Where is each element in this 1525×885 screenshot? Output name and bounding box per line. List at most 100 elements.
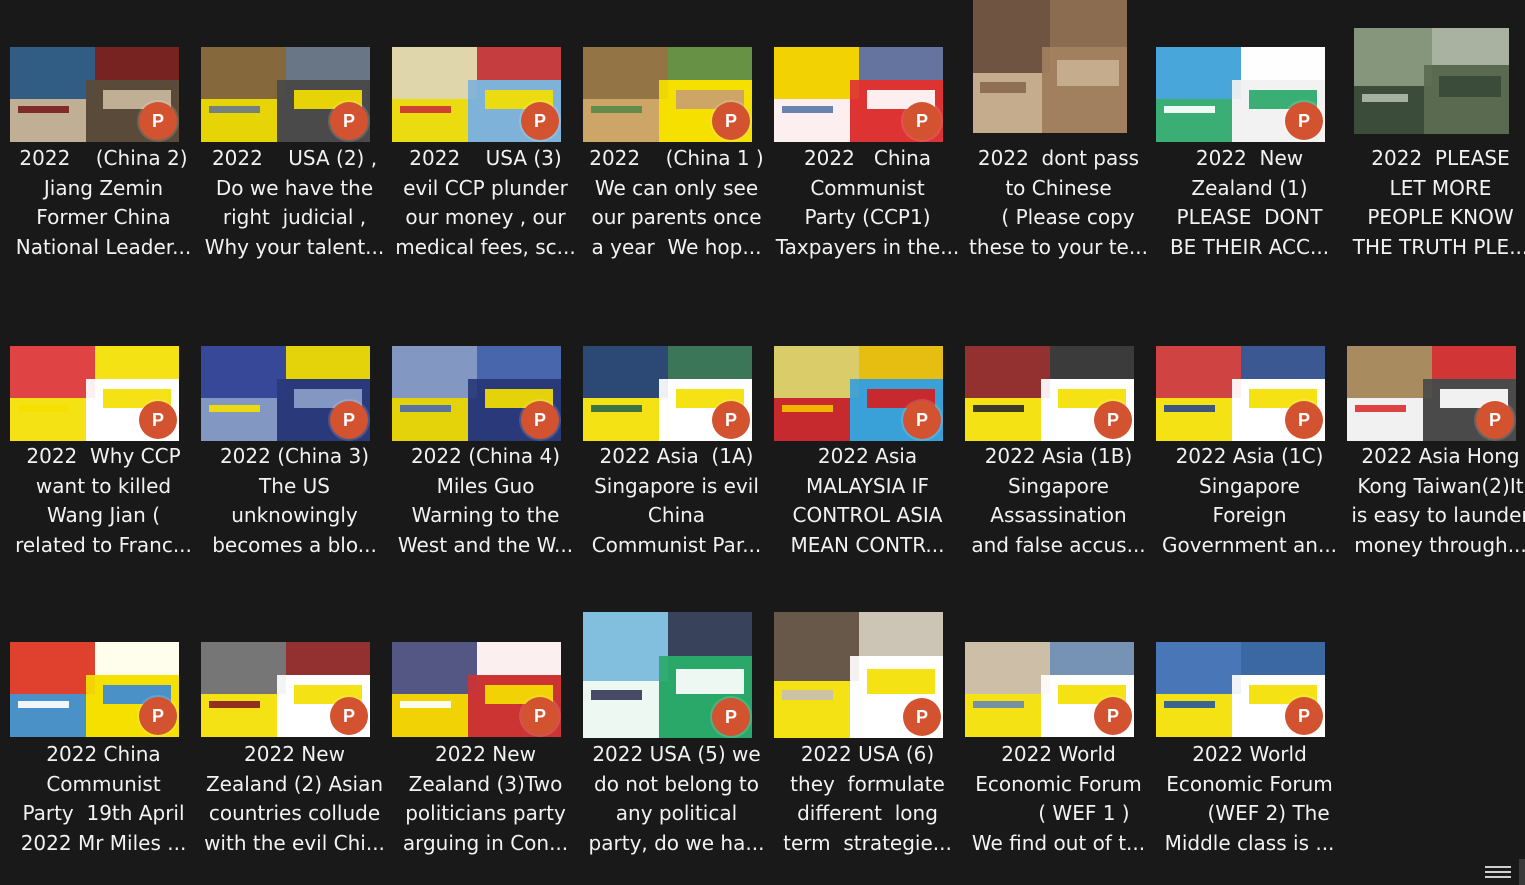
image-thumbnail[interactable] [972, 0, 1127, 133]
presentation-thumbnail[interactable]: P [774, 612, 943, 738]
file-item[interactable]: P 2022 USA (5) we do not belong to any po… [581, 598, 772, 868]
presentation-thumbnail[interactable]: P [1156, 47, 1325, 142]
thumbnail-fragment [1164, 404, 1216, 413]
file-item[interactable]: P 2022 USA (6) they formulate different l… [772, 598, 963, 868]
file-name-label: 2022 World Economic Forum (WEF 2) The Mi… [1164, 742, 1335, 855]
presentation-thumbnail[interactable]: P [392, 47, 561, 142]
presentation-thumbnail[interactable]: P [965, 642, 1134, 737]
thumbnail-fragment [782, 690, 834, 701]
file-item[interactable]: P 2022 China Communist Party 19th April 2… [8, 598, 199, 868]
file-item[interactable]: P 2022 China Communist Party (CCP1) Taxpa… [772, 0, 963, 270]
file-item[interactable]: 2022 PLEASE LET MORE PEOPLE KNOW THE TRU… [1345, 0, 1525, 270]
presentation-thumbnail[interactable]: P [583, 612, 752, 738]
file-name-label: 2022 (China 4) Miles Guo Warning to the … [397, 444, 574, 557]
thumbnail-fragment [10, 346, 95, 399]
thumbnail-fragment [667, 47, 752, 81]
file-item[interactable]: P 2022 Asia Hong Kong Taiwan(2)It is easy… [1345, 300, 1525, 570]
thumbnail-fragment [591, 105, 643, 114]
thumbnail-fragment [782, 105, 834, 114]
presentation-thumbnail[interactable]: P [10, 47, 179, 142]
file-name-label: 2022 Asia (1A) Singapore is evil China C… [591, 444, 762, 557]
presentation-thumbnail[interactable]: P [392, 642, 561, 737]
file-name-label: 2022 (China 1 ) We can only see our pare… [589, 146, 764, 259]
file-item[interactable]: P 2022 (China 3) The US unknowingly becom… [199, 300, 390, 570]
file-item[interactable]: P 2022 New Zealand (2) Asian countries co… [199, 598, 390, 868]
file-item[interactable]: P 2022 Asia (1B) Singapore Assassination … [963, 300, 1154, 570]
file-item[interactable]: P 2022 Why CCP want to killed Wang Jian (… [8, 300, 199, 570]
thumbnail-fragment [774, 612, 859, 682]
thumbnail-fragment [209, 700, 261, 709]
thumbnail-fragment [201, 346, 286, 399]
file-item[interactable]: P 2022 (China 2) Jiang Zemin Former China… [8, 0, 199, 270]
powerpoint-icon: P [903, 102, 941, 140]
thumbnail-fragment [392, 47, 477, 100]
file-item[interactable]: 2022 dont pass to Chinese ( Please copy … [963, 0, 1154, 270]
thumbnail-fragment [1156, 346, 1241, 399]
presentation-thumbnail[interactable]: P [201, 346, 370, 441]
thumbnail-fragment [285, 642, 370, 676]
thumbnail-fragment [94, 346, 179, 380]
presentation-thumbnail[interactable]: P [965, 346, 1134, 441]
details-view-icon[interactable] [1485, 863, 1511, 881]
presentation-thumbnail[interactable]: P [774, 47, 943, 142]
file-item[interactable]: P 2022 World Economic Forum (WEF 2) The M… [1154, 598, 1345, 868]
presentation-thumbnail[interactable]: P [392, 346, 561, 441]
file-name-label: 2022 dont pass to Chinese ( Please copy … [969, 146, 1148, 259]
file-name-label: 2022 Asia (1B) Singapore Assassination a… [971, 444, 1146, 557]
presentation-thumbnail[interactable]: P [1347, 346, 1516, 441]
thumbnail-fragment [392, 346, 477, 399]
file-item[interactable]: P 2022 (China 1 ) We can only see our par… [581, 0, 772, 270]
file-item[interactable]: P 2022 New Zealand (3)Two politicians par… [390, 598, 581, 868]
thumbnail-fragment [973, 404, 1025, 413]
thumbnail-fragment [972, 0, 1050, 74]
presentation-thumbnail[interactable]: P [583, 346, 752, 441]
thumbnail-fragment [400, 404, 452, 413]
file-name-label: 2022 World Economic Forum ( WEF 1 ) We f… [971, 742, 1146, 855]
presentation-thumbnail[interactable]: P [1156, 642, 1325, 737]
file-item[interactable]: P 2022 World Economic Forum ( WEF 1 ) We … [963, 598, 1154, 868]
thumbnail-fragment [774, 346, 859, 399]
scrollbar[interactable] [1519, 859, 1525, 885]
file-item[interactable]: P 2022 New Zealand (1) PLEASE DONT BE THE… [1154, 0, 1345, 270]
presentation-thumbnail[interactable]: P [1156, 346, 1325, 441]
thumbnail-fragment [18, 700, 70, 709]
powerpoint-icon: P [139, 102, 177, 140]
presentation-thumbnail[interactable]: P [201, 47, 370, 142]
file-name-label: 2022 (China 3) The US unknowingly become… [212, 444, 377, 557]
powerpoint-icon: P [903, 401, 941, 439]
file-item[interactable]: P 2022 Asia (1C) Singapore Foreign Govern… [1154, 300, 1345, 570]
thumbnail-fragment [675, 668, 744, 694]
file-item[interactable]: P 2022 USA (2) , Do we have the right jud… [199, 0, 390, 270]
presentation-thumbnail[interactable]: P [774, 346, 943, 441]
thumbnail-fragment [201, 47, 286, 100]
file-name-label: 2022 New Zealand (1) PLEASE DONT BE THEI… [1169, 146, 1330, 259]
thumbnail-fragment [476, 346, 561, 380]
presentation-thumbnail[interactable]: P [10, 642, 179, 737]
powerpoint-icon: P [521, 401, 559, 439]
file-item[interactable]: P 2022 USA (3) evil CCP plunder our money… [390, 0, 581, 270]
thumbnail-fragment [400, 105, 452, 114]
thumbnail-fragment [1057, 59, 1119, 87]
presentation-thumbnail[interactable]: P [201, 642, 370, 737]
presentation-thumbnail[interactable]: P [583, 47, 752, 142]
file-item[interactable]: P 2022 Asia MALAYSIA IF CONTROL ASIA MEAN… [772, 300, 963, 570]
powerpoint-icon: P [712, 102, 750, 140]
presentation-thumbnail[interactable]: P [10, 346, 179, 441]
thumbnail-fragment [1431, 346, 1516, 380]
thumbnail-fragment [1355, 404, 1407, 413]
file-name-label: 2022 China Communist Party 19th April 20… [20, 742, 187, 855]
powerpoint-icon: P [521, 102, 559, 140]
image-thumbnail[interactable] [1354, 28, 1509, 134]
file-item[interactable]: P 2022 (China 4) Miles Guo Warning to the… [390, 300, 581, 570]
powerpoint-icon: P [1285, 401, 1323, 439]
file-item[interactable]: P 2022 Asia (1A) Singapore is evil China … [581, 300, 772, 570]
thumbnail-fragment [209, 105, 261, 114]
thumbnail-fragment [94, 47, 179, 81]
thumbnail-fragment [858, 346, 943, 380]
thumbnail-fragment [10, 642, 95, 695]
thumbnail-fragment [400, 700, 452, 709]
thumbnail-fragment [285, 47, 370, 81]
thumbnail-fragment [583, 346, 668, 399]
thumbnail-fragment [866, 668, 935, 694]
file-name-label: 2022 USA (2) , Do we have the right judi… [204, 146, 385, 259]
